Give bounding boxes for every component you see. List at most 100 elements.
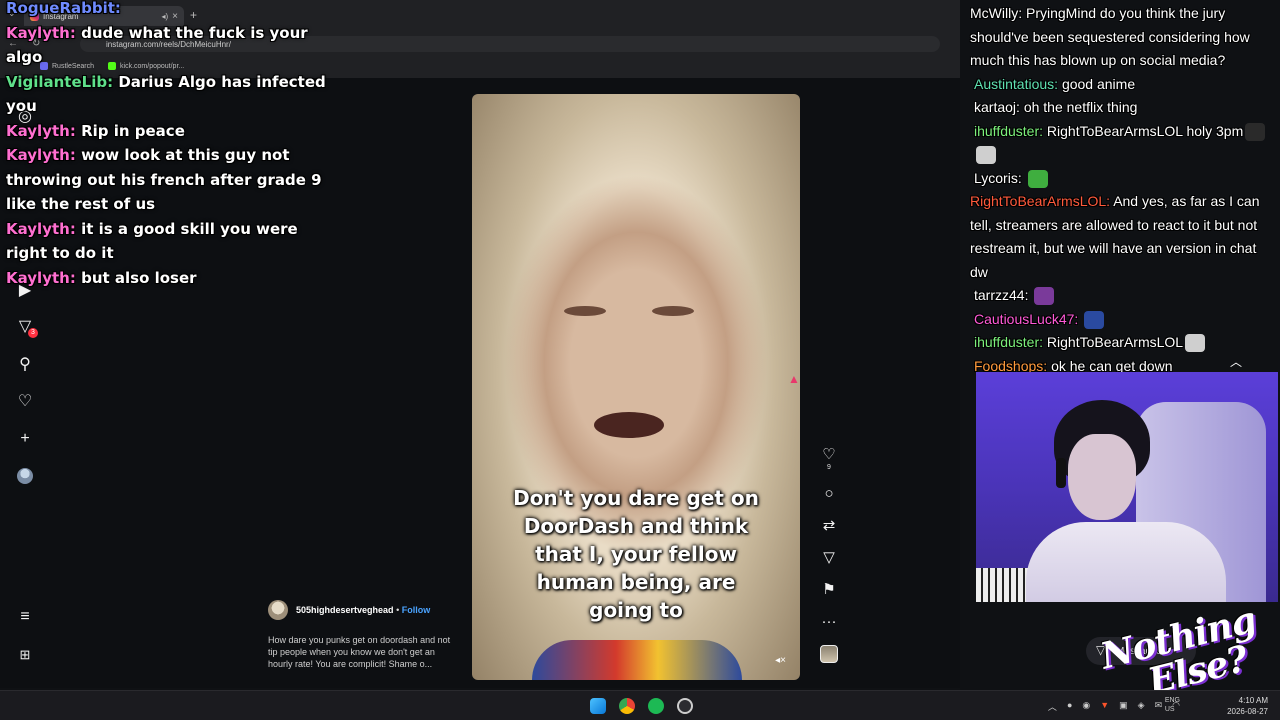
apps-icon[interactable]: ⊞ [16,646,34,664]
chat-emote-icon [1245,122,1266,141]
follow-button[interactable]: Follow [402,605,431,615]
chat-overlay-right: McWilly: PryingMind do you think the jur… [968,2,1268,378]
steam-icon[interactable]: ◉ [1082,700,1090,713]
lang-line-1: ENG [1164,697,1180,704]
chat-message: Kaylyth: it is a good skill you were rig… [6,217,326,266]
chat-username[interactable]: McWilly: [970,5,1022,21]
clock-time: 4:10 AM [1238,696,1268,705]
chat-message: ihuffduster: RightToBearArmsLOL [968,331,1268,355]
plus-icon[interactable]: + [16,430,34,448]
tray-app-icon[interactable]: ● [1067,700,1072,713]
chat-text: RightToBearArmsLOL [1046,334,1184,350]
chevron-up-icon[interactable]: ︿ [1048,700,1057,713]
chat-text: good anime [1061,75,1136,92]
heart-icon[interactable]: ♡ [16,393,34,411]
spotify-icon[interactable] [648,698,664,714]
clock-date: 2026-08-27 [1227,707,1268,716]
chat-emote-icon [1084,310,1105,329]
chat-message: RightToBearArmsLOL: And yes, as far as I… [968,190,1268,284]
post-avatar[interactable] [268,600,288,620]
chat-emote-icon [1185,334,1206,353]
chat-message: Kaylyth: Rip in peace [6,119,326,144]
chat-username[interactable]: CautiousLuck47: [974,311,1078,327]
audio-thumbnail[interactable] [820,645,838,663]
chat-message: ihuffduster: RightToBearArmsLOL holy 3pm [968,120,1268,167]
chat-text: but also loser [81,268,197,287]
webcam-detail [1026,522,1226,602]
chat-message: kartaoj: oh the netflix thing [968,96,1268,120]
share-send-icon[interactable]: ▽ [823,549,835,567]
webcam-detail [1068,434,1136,520]
chat-message: Austintatious: good anime [968,73,1268,97]
chat-message: Lycoris: [968,167,1268,191]
send-icon[interactable]: ▽ 3 [16,318,38,338]
chat-username[interactable]: kartaoj: [974,99,1020,115]
like-heart-icon[interactable]: ♡ [822,446,835,464]
chat-username[interactable]: RightToBearArmsLOL: [970,193,1110,209]
notification-badge: 3 [28,328,38,338]
reel-video[interactable]: Don't you dare get on DoorDash and think… [472,94,800,680]
post-description: How dare you punks get on doordash and n… [268,635,451,669]
chat-message: Kaylyth: but also loser [6,266,326,291]
reel-actions: ♡ 9 ○ ⇄ ▽ ⚑ ··· [816,446,842,663]
chat-emote-icon [1034,287,1055,306]
video-frame-detail [532,640,742,680]
video-frame-detail [652,306,694,316]
separator-dot: • [396,605,400,615]
chat-message: Kaylyth: wow look at this guy not throwi… [6,143,326,217]
taskbar-clock[interactable]: 4:10 AM 2026-08-27 [1227,695,1268,717]
chat-username[interactable]: ihuffduster: [974,334,1043,350]
bookmark-icon[interactable]: ⚑ [822,581,835,599]
chat-username[interactable]: Kaylyth: [6,24,76,42]
brave-icon[interactable]: ▼ [1100,700,1109,713]
chat-username[interactable]: Austintatious: [974,76,1058,92]
chrome-icon[interactable] [619,698,635,714]
chat-message: Kaylyth: dude what the fuck is your algo [6,21,326,70]
chat-message: RogueRabbit: [6,0,326,21]
mute-icon[interactable]: ◂× [775,655,786,666]
screen: ⌄ Instagram ◂) × + ← ↻ instagram.com/ree… [0,0,1280,720]
chat-emote-icon [976,146,996,165]
taskbar: ︿ ● ◉ ▼ ▣ ◈ ✉ ◠ ENG US 4:10 AM 2026-08-2… [0,690,1280,720]
comment-icon[interactable]: ○ [824,485,833,503]
chat-username[interactable]: Kaylyth: [6,122,76,140]
tray-app-icon[interactable]: ◈ [1138,700,1145,713]
profile-avatar[interactable] [17,468,33,484]
chat-username[interactable]: Kaylyth: [6,146,76,164]
mouse-cursor-icon: ▲ [788,372,800,386]
chat-emote-icon [1027,169,1048,188]
language-indicator[interactable]: ENG US [1165,696,1180,714]
webcam-detail [1056,458,1066,488]
chat-username[interactable]: Lycoris: [974,170,1022,186]
chat-username[interactable]: RogueRabbit: [6,0,121,17]
webcam-feed [976,372,1278,602]
repost-icon[interactable]: ⇄ [823,517,836,535]
chevron-up-icon[interactable]: ︿ [1226,353,1246,369]
tray-app-icon[interactable]: ▣ [1119,700,1128,713]
chat-overlay-left: RogueRabbit: Kaylyth: dude what the fuck… [6,0,326,290]
video-frame-detail [594,412,664,438]
chat-text: oh the netflix thing [1023,99,1138,115]
video-frame-detail [564,306,606,316]
chat-message: tarrzz44: [968,284,1268,308]
chat-username[interactable]: Kaylyth: [6,220,76,238]
video-caption: Don't you dare get on DoorDash and think… [513,486,759,622]
search-icon[interactable]: ⚲ [16,356,34,374]
post-info: 505highdesertveghead • Follow How dare y… [268,600,458,670]
chat-text: RightToBearArmsLOL holy 3pm [1046,122,1244,139]
mail-icon[interactable]: ✉ [1155,700,1163,713]
chat-username[interactable]: ihuffduster: [974,123,1043,139]
obs-icon[interactable] [677,698,693,714]
more-icon[interactable]: ··· [822,613,837,631]
chat-username[interactable]: Kaylyth: [6,269,76,287]
lang-line-2: US [1164,706,1175,713]
chat-username[interactable]: tarrzz44: [974,287,1028,303]
chat-username[interactable]: VigilanteLib: [6,73,113,91]
windows-start-icon[interactable] [590,698,606,714]
chat-text: Rip in peace [81,121,185,140]
like-count: 9 [827,464,831,471]
chat-message: VigilanteLib: Darius Algo has infected y… [6,70,326,119]
system-tray: ︿ ● ◉ ▼ ▣ ◈ ✉ ◠ [1048,700,1180,713]
post-username[interactable]: 505highdesertveghead [296,605,394,615]
menu-icon[interactable]: ≡ [16,608,34,626]
